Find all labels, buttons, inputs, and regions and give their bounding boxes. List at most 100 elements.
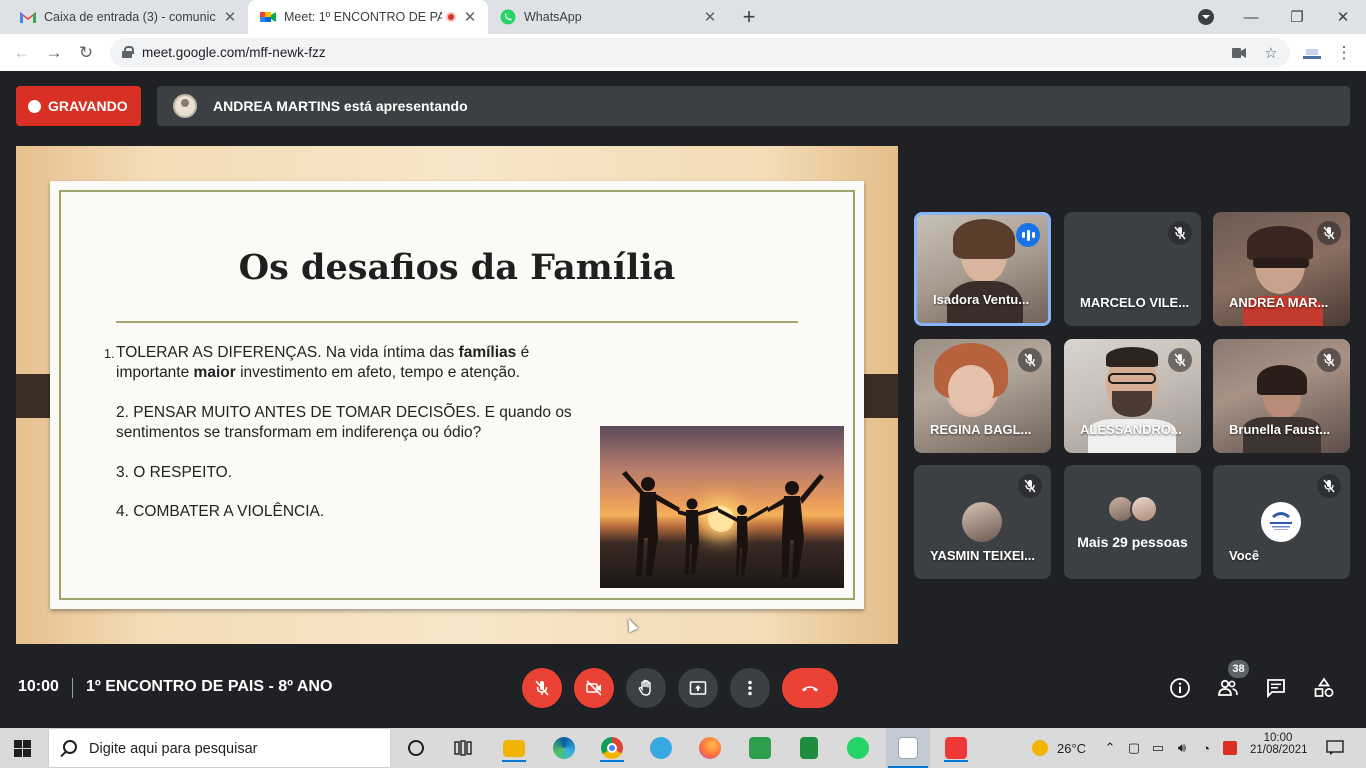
camera-off-icon	[586, 680, 602, 696]
wifi-icon[interactable]: ◔	[1198, 740, 1214, 756]
participant-name: MARCELO VILE...	[1080, 295, 1190, 310]
whatsapp-icon	[500, 9, 516, 25]
mic-toggle-button[interactable]	[522, 668, 562, 708]
search-icon	[63, 740, 77, 754]
slide-item-2: 2. PENSAR MUITO ANTES DE TOMAR DECISÕES.…	[116, 404, 572, 441]
participant-tile[interactable]: YASMIN TEIXEI...	[914, 465, 1051, 579]
participant-tile[interactable]: REGINA BAGL...	[914, 339, 1051, 453]
back-icon[interactable]: ←	[10, 41, 34, 65]
weather-temp[interactable]: 26°C	[1057, 741, 1086, 756]
present-now-button[interactable]	[678, 668, 718, 708]
network-adapter-icon[interactable]: ▢	[1126, 740, 1142, 756]
more-participants-tile[interactable]: Mais 29 pessoas	[1064, 465, 1201, 579]
avatar	[962, 502, 1002, 542]
chat-icon	[1267, 679, 1285, 699]
camera-icon[interactable]	[1230, 44, 1248, 62]
meeting-details-button[interactable]	[1167, 675, 1193, 701]
slide-item-1: 1. TOLERAR AS DIFERENÇAS. Na vida íntima…	[104, 344, 530, 381]
mic-off-icon	[1168, 221, 1192, 245]
tab-label: WhatsApp	[524, 10, 582, 24]
family-sunset-image	[600, 426, 844, 588]
tab-whatsapp[interactable]: WhatsApp ✕	[488, 0, 728, 34]
slide-paper: Os desafios da Família 1. TOLERAR AS DIF…	[50, 181, 864, 609]
participant-name: REGINA BAGL...	[930, 422, 1032, 437]
tab-meet[interactable]: Meet: 1º ENCONTRO DE PAIS ✕	[248, 0, 488, 34]
forward-icon[interactable]: →	[42, 41, 66, 65]
participant-name: Isadora Ventu...	[933, 292, 1030, 307]
recording-label: GRAVANDO	[48, 98, 128, 114]
chrome-icon[interactable]	[598, 734, 626, 762]
tab-search-icon[interactable]	[1198, 9, 1214, 25]
slide-divider	[116, 321, 798, 323]
hand-icon	[638, 679, 651, 696]
green-app-icon[interactable]	[746, 734, 774, 762]
presenter-text: ANDREA MARTINS está apresentando	[213, 98, 468, 114]
volume-icon[interactable]: 🔊︎	[1174, 740, 1190, 756]
cloud-app-icon[interactable]	[647, 734, 675, 762]
task-view-icon[interactable]	[449, 734, 477, 762]
slide-item-3: 3. O RESPEITO.	[116, 464, 233, 481]
mic-off-icon	[1168, 348, 1192, 372]
security-icon[interactable]	[1222, 740, 1238, 756]
bookmark-star-icon[interactable]: ☆	[1262, 44, 1280, 62]
extension-icon[interactable]	[1300, 41, 1324, 65]
camera-toggle-button[interactable]	[574, 668, 614, 708]
leave-call-button[interactable]	[782, 668, 838, 708]
vivaldi-icon[interactable]	[942, 734, 970, 762]
participant-tile[interactable]: Isadora Ventu...	[914, 212, 1051, 326]
close-tab-icon[interactable]: ✕	[702, 9, 718, 26]
windows-start-icon[interactable]	[14, 740, 31, 757]
battery-icon[interactable]: ▭	[1150, 740, 1166, 756]
people-button[interactable]	[1215, 675, 1241, 701]
taskbar-search-box[interactable]: Digite aqui para pesquisar	[48, 728, 391, 768]
tab-label: Caixa de entrada (3) - comunicaç	[44, 10, 216, 24]
more-vertical-icon	[748, 680, 752, 696]
restore-icon[interactable]: ❐	[1274, 0, 1320, 34]
whatsapp-taskbar-icon[interactable]	[844, 734, 872, 762]
chat-button[interactable]	[1263, 675, 1289, 701]
menu-kebab-icon[interactable]: ⋮	[1332, 41, 1356, 65]
cortana-icon[interactable]	[402, 734, 430, 762]
more-options-button[interactable]	[730, 668, 770, 708]
participant-name: ALESSANDRO...	[1080, 422, 1182, 437]
close-window-icon[interactable]: ✕	[1320, 0, 1366, 34]
people-icon	[1218, 679, 1238, 696]
close-tab-icon[interactable]: ✕	[222, 9, 238, 26]
sheets-icon[interactable]	[795, 734, 823, 762]
windows-taskbar: Digite aqui para pesquisar 26°C ⌃ ▢ ▭ 🔊︎…	[0, 728, 1366, 768]
activities-shapes-icon	[1314, 677, 1334, 697]
participant-tile[interactable]: ANDREA MAR...	[1213, 212, 1350, 326]
weather-icon	[1030, 740, 1050, 756]
recording-badge[interactable]: GRAVANDO	[16, 86, 141, 126]
notifications-icon[interactable]	[1324, 740, 1346, 756]
participant-tile[interactable]: Brunella Faust...	[1213, 339, 1350, 453]
participant-tile[interactable]: MARCELO VILE...	[1064, 212, 1201, 326]
tab-gmail[interactable]: Caixa de entrada (3) - comunicaç ✕	[0, 0, 248, 34]
mic-off-icon	[1317, 221, 1341, 245]
participant-tile-self[interactable]: Você	[1213, 465, 1350, 579]
active-window-icon[interactable]	[886, 728, 930, 768]
file-explorer-icon[interactable]	[500, 734, 528, 762]
raise-hand-button[interactable]	[626, 668, 666, 708]
avatar	[173, 94, 197, 118]
tab-label: Meet: 1º ENCONTRO DE PAIS	[284, 10, 442, 24]
mic-off-icon	[1317, 474, 1341, 498]
hang-up-icon	[802, 686, 818, 692]
recording-indicator-icon	[446, 12, 456, 22]
reload-icon[interactable]: ↻	[74, 41, 98, 65]
edge-icon[interactable]	[550, 734, 578, 762]
search-placeholder: Digite aqui para pesquisar	[89, 741, 258, 757]
activities-button[interactable]	[1311, 675, 1337, 701]
firefox-icon[interactable]	[696, 734, 724, 762]
new-tab-button[interactable]: +	[737, 4, 761, 29]
address-bar[interactable]: meet.google.com/mff-newk-fzz ☆	[110, 38, 1290, 67]
participant-tile[interactable]: ALESSANDRO...	[1064, 339, 1201, 453]
gmail-icon	[20, 9, 36, 25]
lock-icon	[122, 46, 134, 58]
mic-off-icon	[1018, 474, 1042, 498]
taskbar-clock[interactable]: 10:00 21/08/2021	[1250, 732, 1308, 756]
minimize-icon[interactable]: —	[1228, 0, 1274, 34]
close-tab-icon[interactable]: ✕	[462, 9, 478, 26]
meeting-title: 1º ENCONTRO DE PAIS - 8º ANO	[86, 678, 333, 695]
chevron-up-icon[interactable]: ⌃	[1102, 740, 1118, 756]
